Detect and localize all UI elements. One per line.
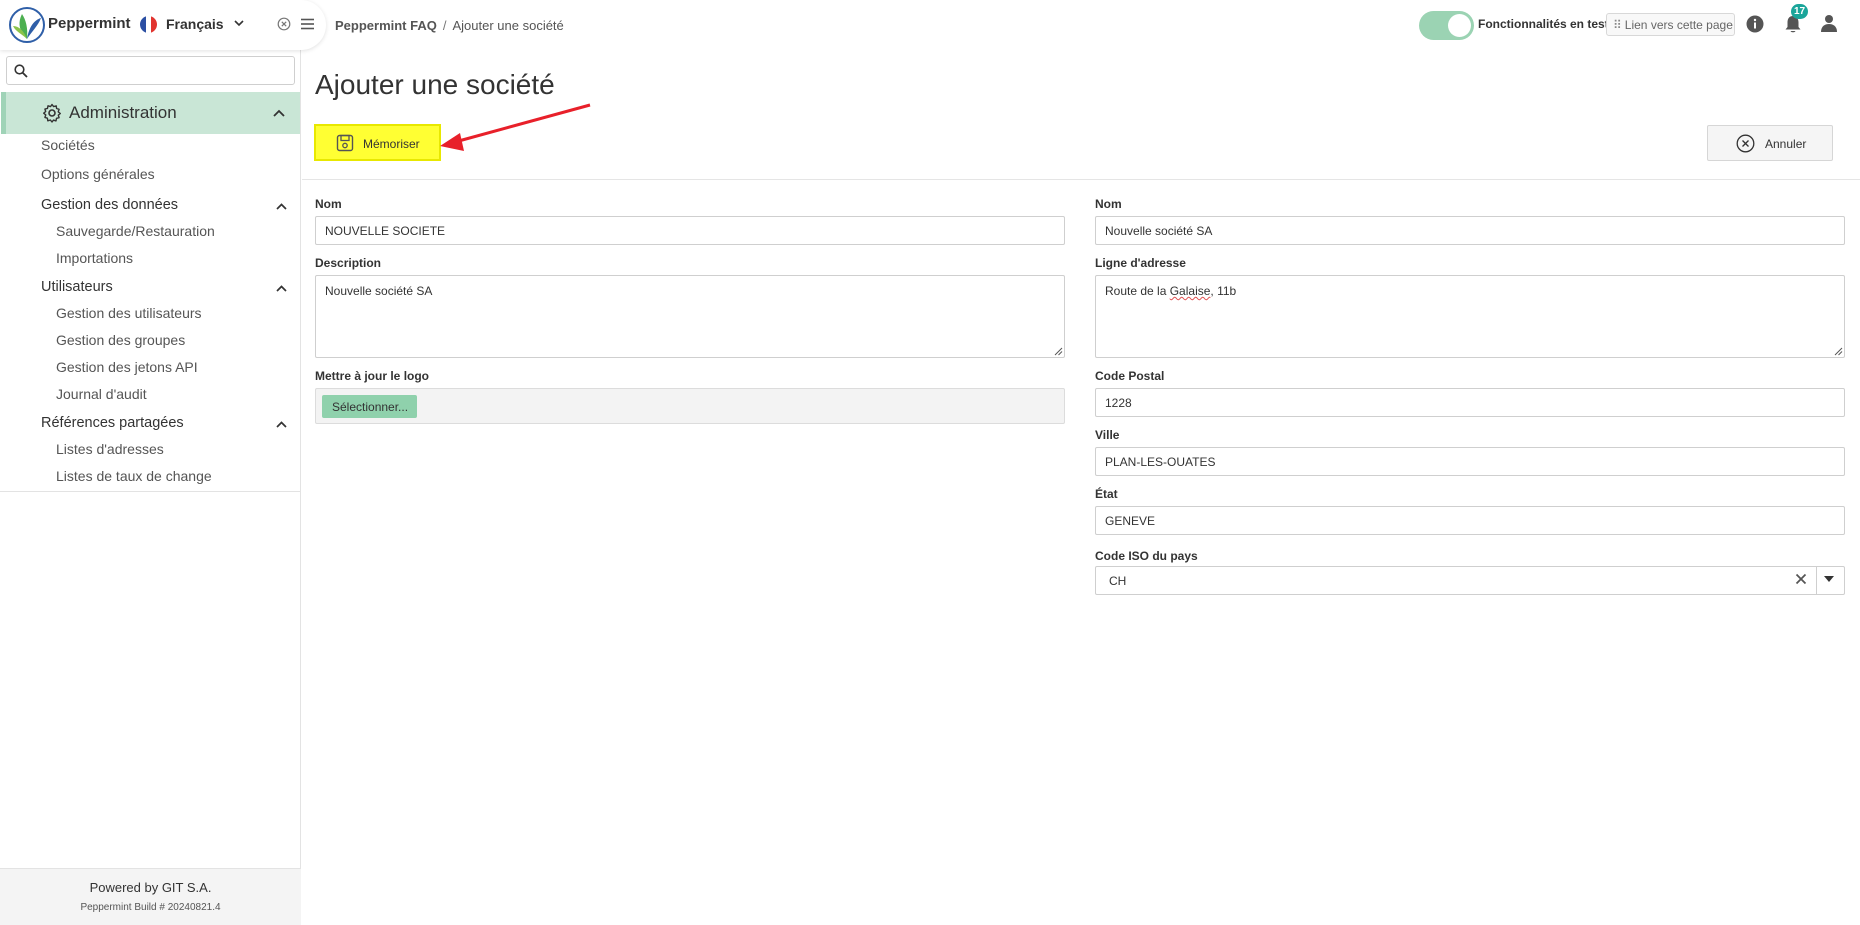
clear-circle-icon[interactable] [277,17,291,31]
clear-selection-icon[interactable] [1794,572,1808,586]
legal-name-input[interactable]: Nouvelle société SA [1095,216,1845,245]
sidebar-item-sauvegarde[interactable]: Sauvegarde/Restauration [56,223,215,239]
sidebar-group-gestion-donnees[interactable]: Gestion des données [41,197,178,213]
description-textarea[interactable]: Nouvelle société SA [315,275,1065,358]
sidebar-item-options-generales[interactable]: Options générales [41,166,155,182]
caret-down-icon[interactable] [1824,575,1834,583]
country-code-label: Code ISO du pays [1095,549,1198,563]
description-value: Nouvelle société SA [325,284,433,298]
company-name-input[interactable]: NOUVELLE SOCIETE [315,216,1065,245]
chevron-up-icon[interactable] [275,418,288,431]
sidebar-search[interactable] [6,56,295,85]
feature-test-toggle[interactable] [1419,11,1474,40]
info-icon[interactable] [1746,15,1764,33]
language-selector[interactable]: Français [166,16,224,32]
chevron-up-icon[interactable] [275,282,288,295]
feature-test-label: Fonctionnalités en test [1478,17,1609,31]
state-input[interactable]: GENEVE [1095,506,1845,535]
select-separator [1816,567,1817,594]
sidebar-section-title: Administration [69,103,177,122]
sidebar-group-utilisateurs[interactable]: Utilisateurs [41,279,113,295]
gear-icon [43,103,61,123]
toolbar-divider [302,179,1860,180]
breadcrumb: Peppermint FAQ / Ajouter une société [335,18,564,33]
app-name: Peppermint [48,15,131,32]
postal-code-input[interactable]: 1228 [1095,388,1845,417]
postal-code-label: Code Postal [1095,369,1165,383]
resize-handle-icon[interactable] [1834,347,1843,356]
brand-bar: Peppermint Français [0,0,326,50]
company-name-label: Nom [315,197,342,211]
sidebar-item-taux-change[interactable]: Listes de taux de change [56,468,212,484]
save-button[interactable]: Mémoriser [314,124,441,161]
cancel-button[interactable]: Annuler [1707,125,1833,161]
logo-file-input[interactable]: Sélectionner... [315,388,1065,424]
menu-icon[interactable] [300,17,315,31]
chevron-down-icon[interactable] [232,16,246,30]
sidebar-item-importations[interactable]: Importations [56,250,133,266]
sidebar-group-references[interactable]: Références partagées [41,415,184,431]
legal-name-label: Nom [1095,197,1122,211]
sidebar-divider [0,491,301,492]
link-to-page-label: Lien vers cette page [1624,18,1733,32]
country-code-select[interactable]: CH [1095,566,1845,595]
link-to-page-button[interactable]: ⠿ Lien vers cette page [1606,13,1735,36]
select-file-button[interactable]: Sélectionner... [322,395,417,418]
breadcrumb-root[interactable]: Peppermint FAQ [335,18,437,33]
sidebar-item-journal-audit[interactable]: Journal d'audit [56,386,147,402]
city-label: Ville [1095,428,1120,442]
notification-badge: 17 [1791,4,1808,19]
drag-handle-icon: ⠿ [1613,18,1622,32]
breadcrumb-separator: / [442,18,447,33]
annotation-arrow [440,103,591,151]
peppermint-logo[interactable] [8,6,46,44]
sidebar: Administration Sociétés Options générale… [0,0,301,925]
search-icon [14,64,28,78]
address-misspelled-word: Galaise [1169,284,1211,298]
build-number: Peppermint Build # 20240821.4 [80,902,221,913]
france-flag-icon [140,16,157,33]
sidebar-item-jetons-api[interactable]: Gestion des jetons API [56,359,198,375]
sidebar-item-societes[interactable]: Sociétés [41,137,95,153]
app-window: Administration Sociétés Options générale… [0,0,1860,925]
address-text-end: , 11b [1210,284,1237,298]
address-line-textarea[interactable]: Route de la Galaise, 11b [1095,275,1845,358]
save-button-label: Mémoriser [363,137,420,151]
description-label: Description [315,256,382,270]
chevron-up-icon[interactable] [272,106,286,120]
user-icon[interactable] [1820,14,1838,32]
state-label: État [1095,487,1118,501]
resize-handle-icon[interactable] [1054,347,1063,356]
city-input[interactable]: PLAN-LES-OUATES [1095,447,1845,476]
sidebar-item-gestion-utilisateurs[interactable]: Gestion des utilisateurs [56,305,202,321]
sidebar-footer: Powered by GIT S.A. Peppermint Build # 2… [0,868,301,925]
cancel-button-label: Annuler [1765,137,1807,151]
address-line-label: Ligne d'adresse [1095,256,1186,270]
sidebar-item-listes-adresses[interactable]: Listes d'adresses [56,441,164,457]
search-input[interactable] [33,60,288,82]
save-icon [336,134,354,152]
breadcrumb-current: Ajouter une société [452,18,564,33]
powered-by-text: Powered by GIT S.A. [89,880,212,895]
sidebar-item-gestion-groupes[interactable]: Gestion des groupes [56,332,185,348]
chevron-up-icon[interactable] [275,200,288,213]
address-text-start: Route de la [1105,284,1170,298]
sidebar-section-administration[interactable]: Administration [1,92,300,134]
logo-update-label: Mettre à jour le logo [315,369,430,383]
cancel-circle-icon [1736,134,1755,153]
country-code-value: CH [1109,574,1127,588]
toggle-knob [1448,14,1471,37]
